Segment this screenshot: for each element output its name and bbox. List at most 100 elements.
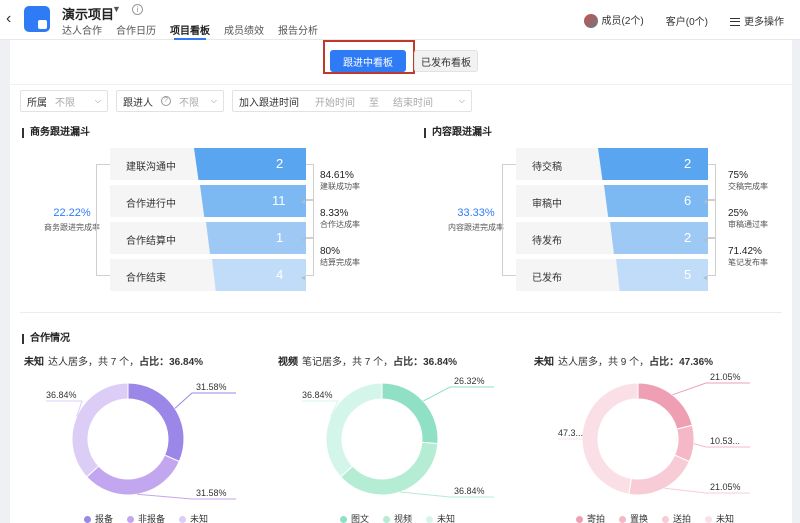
donut-legend: 报备 非报备 未知	[84, 512, 208, 523]
funnel-bar: 2	[598, 148, 708, 180]
content-overall-bracket	[502, 164, 521, 282]
legend-dot-icon	[426, 516, 434, 523]
funnel-bar: 5	[616, 259, 708, 291]
donut-slice[interactable]	[127, 382, 185, 463]
legend-label: 寄拍	[587, 514, 606, 523]
project-title: 演示项目	[62, 7, 115, 22]
tab-member-performance[interactable]: 成员绩效	[224, 22, 264, 40]
app-header: ‹ 演示项目 ▼ i 达人合作 合作日历 项目看板 成员绩效 报告分析 成员(2…	[0, 0, 800, 40]
shoot-mode-donut: 21.05% 10.53... 21.05% 47.3...	[558, 372, 750, 496]
business-rate: 80% 结算完成率	[320, 246, 360, 267]
donut-legend: 图文 视频 未知	[340, 512, 455, 523]
funnel-stage: 合作进行中 11	[110, 185, 306, 217]
funnel-bar: 2	[610, 222, 708, 254]
donut-slice-label: 21.05%	[710, 372, 741, 382]
business-rate: 8.33% 合作达成率	[320, 208, 360, 229]
donut-slice[interactable]	[340, 441, 439, 496]
published-board-button[interactable]: 已发布看板	[414, 50, 478, 72]
donut-slice-label: 31.58%	[196, 382, 227, 392]
chevron-down-icon: ⌵	[210, 96, 217, 105]
legend-item[interactable]: 报备	[84, 512, 113, 523]
funnel-bar: 2	[194, 148, 306, 180]
donut-slice[interactable]	[381, 382, 439, 445]
info-icon[interactable]: i	[132, 4, 143, 15]
donut-slice-label: 47.3...	[558, 428, 583, 438]
cooperation-title: 合作情况	[22, 334, 70, 344]
funnel-stage: 建联沟通中 2	[110, 148, 306, 180]
legend-dot-icon	[705, 516, 713, 523]
funnel-bar: 6	[604, 185, 708, 217]
rate-bracket	[301, 238, 314, 282]
chevron-down-icon: ⌵	[94, 96, 101, 105]
content-funnel-title: 内容跟进漏斗	[424, 128, 492, 138]
legend-dot-icon	[84, 516, 91, 523]
legend-label: 置换	[630, 514, 649, 523]
view-toggle: 跟进中看板 已发布看板	[330, 48, 478, 72]
donut-leader-line	[422, 386, 494, 402]
join-time-filter[interactable]: 加入跟进时间 开始时间 至 结束时间 ⌵	[232, 90, 472, 112]
donut-slice[interactable]	[86, 454, 180, 496]
business-overall-bracket	[96, 164, 115, 282]
tab-report-analysis[interactable]: 报告分析	[278, 22, 318, 40]
header-actions: 成员(2个) 客户(0个) 更多操作	[583, 12, 784, 29]
following-board-button[interactable]: 跟进中看板	[330, 50, 406, 72]
donut-slice[interactable]	[325, 382, 383, 478]
legend-item[interactable]: 视频	[383, 512, 412, 523]
members-button[interactable]: 成员(2个)	[583, 12, 644, 29]
donut-slice-label: 31.58%	[196, 488, 227, 498]
legend-label: 未知	[437, 514, 456, 523]
donut-slice-label: 36.84%	[454, 486, 485, 496]
owner-filter[interactable]: 所属 不限 ⌵	[20, 90, 108, 112]
funnel-stage: 待发布 2	[516, 222, 708, 254]
tab-project-board[interactable]: 项目看板	[170, 22, 210, 40]
rate-bracket	[703, 200, 716, 244]
legend-label: 报备	[95, 514, 114, 523]
legend-dot-icon	[662, 516, 670, 523]
donut-legend: 寄拍 置换 送拍 未知	[576, 512, 734, 523]
funnel-stage: 待交稿 2	[516, 148, 708, 180]
funnel-stage: 审稿中 6	[516, 185, 708, 217]
rate-bracket	[703, 238, 716, 282]
back-arrow-icon[interactable]: ‹	[6, 10, 11, 28]
help-icon: ?	[161, 96, 171, 106]
legend-item[interactable]: 未知	[179, 512, 208, 523]
project-dropdown-icon[interactable]: ▼	[112, 4, 121, 14]
rate-bracket	[703, 164, 716, 206]
donut-slice-label: 10.53...	[710, 436, 740, 446]
tab-cooperation-calendar[interactable]: 合作日历	[116, 22, 156, 40]
legend-item[interactable]: 寄拍	[576, 512, 605, 523]
legend-label: 送拍	[673, 514, 692, 523]
end-time-input[interactable]: 结束时间	[393, 94, 433, 109]
donut-slice-label: 26.32%	[454, 376, 485, 386]
legend-label: 未知	[190, 514, 209, 523]
legend-dot-icon	[127, 516, 135, 523]
cooperation-type-donut: 31.58% 31.58% 36.84%	[46, 382, 236, 500]
rate-bracket	[301, 164, 314, 206]
business-rate: 84.61% 建联成功率	[320, 170, 360, 191]
legend-dot-icon	[619, 516, 627, 523]
tab-talent-cooperation[interactable]: 达人合作	[62, 22, 102, 40]
donut-slice-label: 36.84%	[46, 390, 77, 400]
customers-button[interactable]: 客户(0个)	[666, 13, 708, 28]
donut-leader-line	[174, 392, 236, 409]
project-tabs: 达人合作 合作日历 项目看板 成员绩效 报告分析	[62, 22, 318, 40]
legend-label: 图文	[351, 514, 370, 523]
funnel-bar: 4	[212, 259, 306, 291]
legend-dot-icon	[179, 516, 187, 523]
content-rate: 75% 交稿完成率	[728, 170, 768, 191]
legend-item[interactable]: 非报备	[127, 512, 165, 523]
legend-item[interactable]: 图文	[340, 512, 369, 523]
chevron-down-icon: ⌵	[458, 96, 465, 105]
divider	[20, 312, 782, 313]
donut-slice[interactable]	[637, 382, 693, 430]
business-funnel-title: 商务跟进漏斗	[22, 128, 90, 138]
donut-slice[interactable]	[71, 382, 129, 478]
legend-item[interactable]: 送拍	[662, 512, 691, 523]
follower-filter[interactable]: 跟进人 ? 不限 ⌵	[116, 90, 224, 112]
legend-item[interactable]: 未知	[705, 512, 734, 523]
legend-item[interactable]: 置换	[619, 512, 648, 523]
legend-item[interactable]: 未知	[426, 512, 455, 523]
donut-slice[interactable]	[628, 454, 690, 496]
more-actions-button[interactable]: 更多操作	[730, 13, 784, 28]
start-time-input[interactable]: 开始时间	[315, 94, 355, 109]
